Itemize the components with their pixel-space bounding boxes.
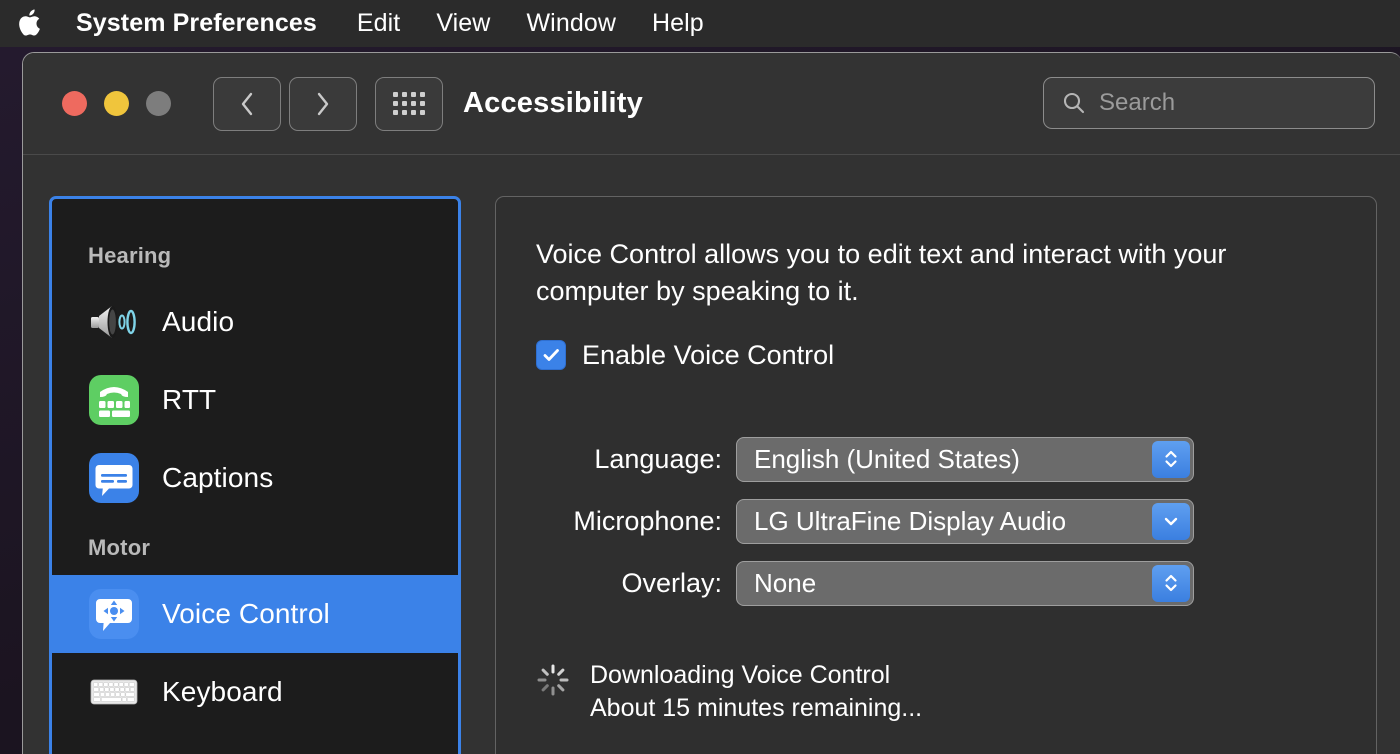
grid-icon: [393, 92, 425, 115]
language-label: Language:: [496, 444, 736, 475]
language-popup-button[interactable]: English (United States): [736, 437, 1194, 482]
voice-control-settings: Language: English (United States) Microp…: [496, 437, 1376, 606]
accessibility-sidebar[interactable]: Hearing: [49, 196, 461, 754]
download-status: Downloading Voice Control About 15 minut…: [496, 623, 1376, 723]
voice-control-pane: Voice Control allows you to edit text an…: [495, 196, 1377, 754]
menu-item-view[interactable]: View: [436, 9, 490, 38]
microphone-popup-button[interactable]: LG UltraFine Display Audio: [736, 499, 1194, 544]
overlay-row: Overlay: None: [496, 561, 1376, 606]
language-row: Language: English (United States): [496, 437, 1376, 482]
download-remaining: About 15 minutes remaining...: [590, 694, 922, 723]
sidebar-item-label: Audio: [162, 306, 234, 338]
sidebar-item-audio[interactable]: Audio: [52, 283, 458, 361]
page-title: Accessibility: [463, 87, 643, 120]
menu-item-system-preferences[interactable]: System Preferences: [76, 9, 317, 38]
sidebar-item-keyboard[interactable]: Keyboard: [52, 653, 458, 731]
chevron-up-down-icon: [1152, 565, 1190, 602]
show-all-button[interactable]: [375, 77, 443, 131]
microphone-value: LG UltraFine Display Audio: [754, 506, 1066, 537]
menu-item-window[interactable]: Window: [526, 9, 616, 38]
sidebar-item-voice-control[interactable]: Voice Control: [52, 575, 458, 653]
keyboard-icon: [88, 666, 140, 718]
sidebar-item-label: Voice Control: [162, 598, 330, 630]
rtt-icon: [88, 374, 140, 426]
search-icon: [1062, 91, 1086, 115]
language-value: English (United States): [754, 444, 1020, 475]
window-content: Hearing: [23, 155, 1400, 754]
checkmark-icon: [541, 345, 561, 365]
traffic-lights: [62, 91, 171, 116]
apple-logo-icon[interactable]: [16, 9, 42, 39]
menu-bar: System Preferences Edit View Window Help: [0, 0, 1400, 47]
forward-button[interactable]: [289, 77, 357, 131]
enable-voice-control-label: Enable Voice Control: [582, 340, 834, 371]
sidebar-item-rtt[interactable]: RTT: [52, 361, 458, 439]
sidebar-section-motor: Motor: [52, 535, 458, 561]
sidebar-item-label: Keyboard: [162, 676, 283, 708]
download-title: Downloading Voice Control: [590, 661, 922, 690]
chevron-up-down-icon: [1152, 441, 1190, 478]
sidebar-item-captions[interactable]: Captions: [52, 439, 458, 517]
window-titlebar: Accessibility Search: [23, 53, 1400, 155]
spinner-icon: [536, 663, 570, 697]
search-placeholder: Search: [1099, 89, 1175, 117]
voice-control-icon: [88, 588, 140, 640]
sidebar-item-label: Captions: [162, 462, 273, 494]
microphone-row: Microphone: LG UltraFine Display Audio: [496, 499, 1376, 544]
pane-description: Voice Control allows you to edit text an…: [496, 197, 1376, 311]
sidebar-item-label: RTT: [162, 384, 216, 416]
close-button[interactable]: [62, 91, 87, 116]
enable-voice-control-checkbox[interactable]: [536, 340, 566, 370]
sidebar-section-hearing: Hearing: [52, 243, 458, 269]
zoom-button[interactable]: [146, 91, 171, 116]
chevron-down-icon: [1152, 503, 1190, 540]
speaker-icon: [88, 296, 140, 348]
search-input[interactable]: Search: [1043, 77, 1375, 129]
overlay-label: Overlay:: [496, 568, 736, 599]
enable-voice-control-row[interactable]: Enable Voice Control: [496, 311, 1376, 371]
microphone-label: Microphone:: [496, 506, 736, 537]
overlay-popup-button[interactable]: None: [736, 561, 1194, 606]
back-button[interactable]: [213, 77, 281, 131]
menu-item-edit[interactable]: Edit: [357, 9, 400, 38]
navigation-buttons: [213, 77, 357, 131]
overlay-value: None: [754, 568, 816, 599]
captions-icon: [88, 452, 140, 504]
menu-item-help[interactable]: Help: [652, 9, 704, 38]
system-preferences-window: Accessibility Search Hearing: [22, 52, 1400, 754]
minimize-button[interactable]: [104, 91, 129, 116]
